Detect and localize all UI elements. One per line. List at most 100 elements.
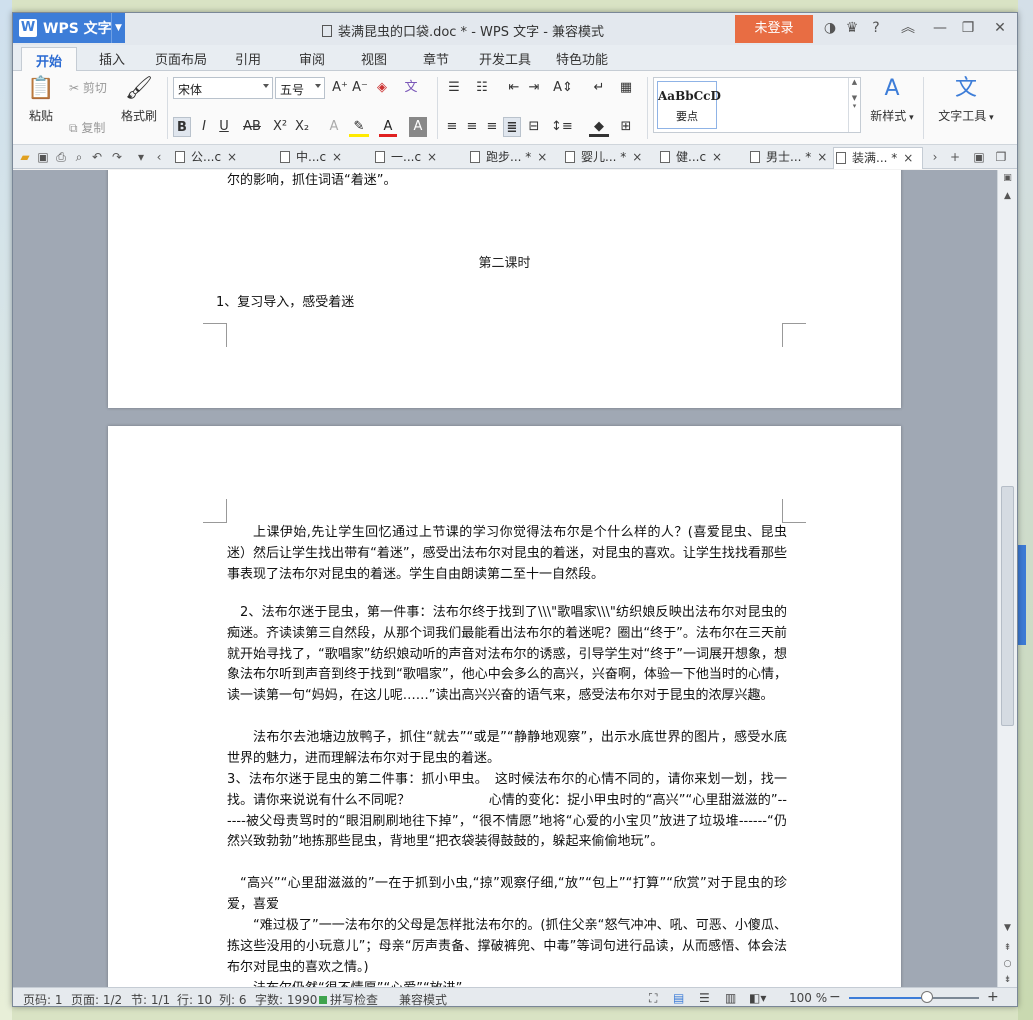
status-column[interactable]: 列: 6 <box>219 991 247 1006</box>
show-marks-icon[interactable]: ↵ <box>589 78 609 98</box>
undo-icon[interactable]: ↶ <box>89 149 105 165</box>
copy-button[interactable]: ⧉ 复制 <box>69 119 105 136</box>
maximize-icon[interactable]: ❐ <box>959 19 977 37</box>
tab-review[interactable]: 审阅 <box>299 49 325 68</box>
text-effect-icon[interactable]: A <box>325 117 343 137</box>
format-painter-button[interactable]: 🖌 格式刷 <box>117 75 161 124</box>
shading-bucket-icon[interactable]: ◆ <box>589 117 609 137</box>
doc-tab[interactable]: 健...c × <box>658 147 722 169</box>
grow-font-icon[interactable]: A⁺ <box>331 78 349 98</box>
minimize-icon[interactable]: — <box>931 19 949 37</box>
web-view-icon[interactable]: ▥ <box>725 991 736 1005</box>
close-icon[interactable]: × <box>712 150 722 164</box>
distributed-icon[interactable]: ⊟ <box>525 117 543 137</box>
zoom-level[interactable]: 100 % <box>789 991 827 1005</box>
italic-button[interactable]: I <box>195 117 213 137</box>
scroll-thumb[interactable] <box>1001 486 1014 726</box>
close-icon[interactable]: × <box>332 150 342 164</box>
close-icon[interactable]: × <box>903 151 913 165</box>
doc-tab[interactable]: 公...c × <box>173 147 237 169</box>
paste-button[interactable]: 📋 粘贴 <box>23 75 59 124</box>
doc-tab[interactable]: 跑步... * × <box>468 147 547 169</box>
phonetic-guide-icon[interactable]: 文 <box>399 78 423 98</box>
numbering-icon[interactable]: ☷ <box>471 78 493 98</box>
underline-button[interactable]: U <box>215 117 233 137</box>
close-icon[interactable]: × <box>427 150 437 164</box>
doc-tab[interactable]: 男士... * × <box>748 147 827 169</box>
doc-tab[interactable]: 中...c × <box>278 147 342 169</box>
subscript-button[interactable]: X₂ <box>293 117 311 137</box>
help-icon[interactable]: ? <box>867 19 885 37</box>
close-icon[interactable]: ✕ <box>991 19 1009 37</box>
doc-tab[interactable]: 婴儿... * × <box>563 147 642 169</box>
justify-icon[interactable]: ≣ <box>503 117 521 137</box>
char-shading-icon[interactable]: A <box>409 117 427 137</box>
shrink-font-icon[interactable]: A⁻ <box>351 78 369 98</box>
chevron-right-icon[interactable]: › <box>927 149 943 165</box>
zoom-out-icon[interactable]: − <box>829 989 841 1005</box>
align-left-icon[interactable]: ≡ <box>443 117 461 137</box>
close-icon[interactable]: × <box>227 150 237 164</box>
page-1[interactable]: 溪纵横”“花草丛生”“鸟栖虫居”所描绘的美丽景色，通过这些语言感知从小生活的环境… <box>108 170 901 408</box>
text-tools-button[interactable]: 文文字工具 ▾ <box>935 75 997 124</box>
vertical-scrollbar[interactable]: ▣ ▲ ▼ ⇞ ○ ⇟ <box>997 170 1017 987</box>
decrease-indent-icon[interactable]: ⇤ <box>505 78 523 98</box>
select-browse-icon[interactable]: ○ <box>1001 958 1014 971</box>
styles-gallery[interactable]: AaBbCcD 要点 ▲ ▼ ▾ <box>653 77 861 133</box>
tab-home[interactable]: 开始 <box>21 47 78 72</box>
bullets-icon[interactable]: ☰ <box>443 78 465 98</box>
ribbon-collapse-icon[interactable]: ︽ <box>899 19 917 37</box>
zoom-in-icon[interactable]: + <box>987 989 999 1005</box>
skin-icon[interactable]: ◑ <box>821 19 839 37</box>
shirt-icon[interactable]: ♛ <box>843 19 861 37</box>
tab-references[interactable]: 引用 <box>235 49 261 68</box>
bold-button[interactable]: B <box>173 117 191 137</box>
tab-view[interactable]: 视图 <box>361 49 387 68</box>
status-word-count[interactable]: 字数: 1990 <box>255 991 317 1006</box>
status-row[interactable]: 行: 10 <box>177 991 212 1006</box>
close-icon[interactable]: × <box>817 150 827 164</box>
next-page-icon[interactable]: ⇟ <box>1001 974 1014 987</box>
cut-button[interactable]: ✂ 剪切 <box>69 79 107 96</box>
superscript-button[interactable]: X² <box>271 117 289 137</box>
new-style-button[interactable]: A 新样式 ▾ <box>867 75 917 124</box>
increase-indent-icon[interactable]: ⇥ <box>525 78 543 98</box>
font-color-icon[interactable]: A <box>379 117 397 137</box>
font-size-select[interactable]: 五号 <box>275 77 325 99</box>
highlight-icon[interactable]: ✎ <box>349 117 369 137</box>
print-icon[interactable]: ⎙ <box>53 149 69 165</box>
doc-tab-active[interactable]: 装满... * × <box>833 147 923 169</box>
tab-page-layout[interactable]: 页面布局 <box>155 49 207 68</box>
chevron-left-icon[interactable]: ‹ <box>151 149 167 165</box>
tab-developer[interactable]: 开发工具 <box>479 49 531 68</box>
scroll-down-icon[interactable]: ▼ <box>1001 922 1014 935</box>
open-folder-icon[interactable]: ▰ <box>17 149 33 165</box>
tab-chapter[interactable]: 章节 <box>423 49 449 68</box>
prev-page-icon[interactable]: ⇞ <box>1001 942 1014 955</box>
tab-insert[interactable]: 插入 <box>99 49 125 68</box>
spell-check-toggle[interactable]: 拼写检查 <box>319 991 378 1006</box>
doc-tab[interactable]: 一...c × <box>373 147 437 169</box>
status-page-number[interactable]: 页码: 1 <box>23 991 63 1006</box>
restore-tabs-icon[interactable]: ❐ <box>993 149 1009 165</box>
font-name-select[interactable]: 宋体 <box>173 77 273 99</box>
login-button[interactable]: 未登录 <box>735 15 813 43</box>
print-preview-icon[interactable]: ⌕ <box>71 149 87 165</box>
align-right-icon[interactable]: ≡ <box>483 117 501 137</box>
document-canvas[interactable]: 溪纵横”“花草丛生”“鸟栖虫居”所描绘的美丽景色，通过这些语言感知从小生活的环境… <box>13 170 997 987</box>
line-spacing-icon[interactable]: ↕≡ <box>551 117 573 137</box>
clear-format-icon[interactable]: ◈ <box>373 78 391 98</box>
style-key-points[interactable]: AaBbCcD 要点 <box>657 81 721 129</box>
eye-protect-icon[interactable]: ◧▾ <box>749 991 766 1005</box>
chevron-down-icon[interactable]: ▾ <box>133 149 149 165</box>
new-tab-icon[interactable]: + <box>947 149 963 165</box>
scroll-up-icon[interactable]: ▲ <box>1001 190 1014 203</box>
view-icon[interactable]: ▣ <box>1001 172 1014 185</box>
reading-view-icon[interactable]: ⛶ <box>649 991 657 1006</box>
borders-icon[interactable]: ⊞ <box>617 117 635 137</box>
close-icon[interactable]: × <box>632 150 642 164</box>
tab-list-icon[interactable]: ▣ <box>971 149 987 165</box>
tab-special-features[interactable]: 特色功能 <box>556 49 608 68</box>
redo-icon[interactable]: ↷ <box>109 149 125 165</box>
chinese-layout-icon[interactable]: A⇕ <box>551 78 575 98</box>
